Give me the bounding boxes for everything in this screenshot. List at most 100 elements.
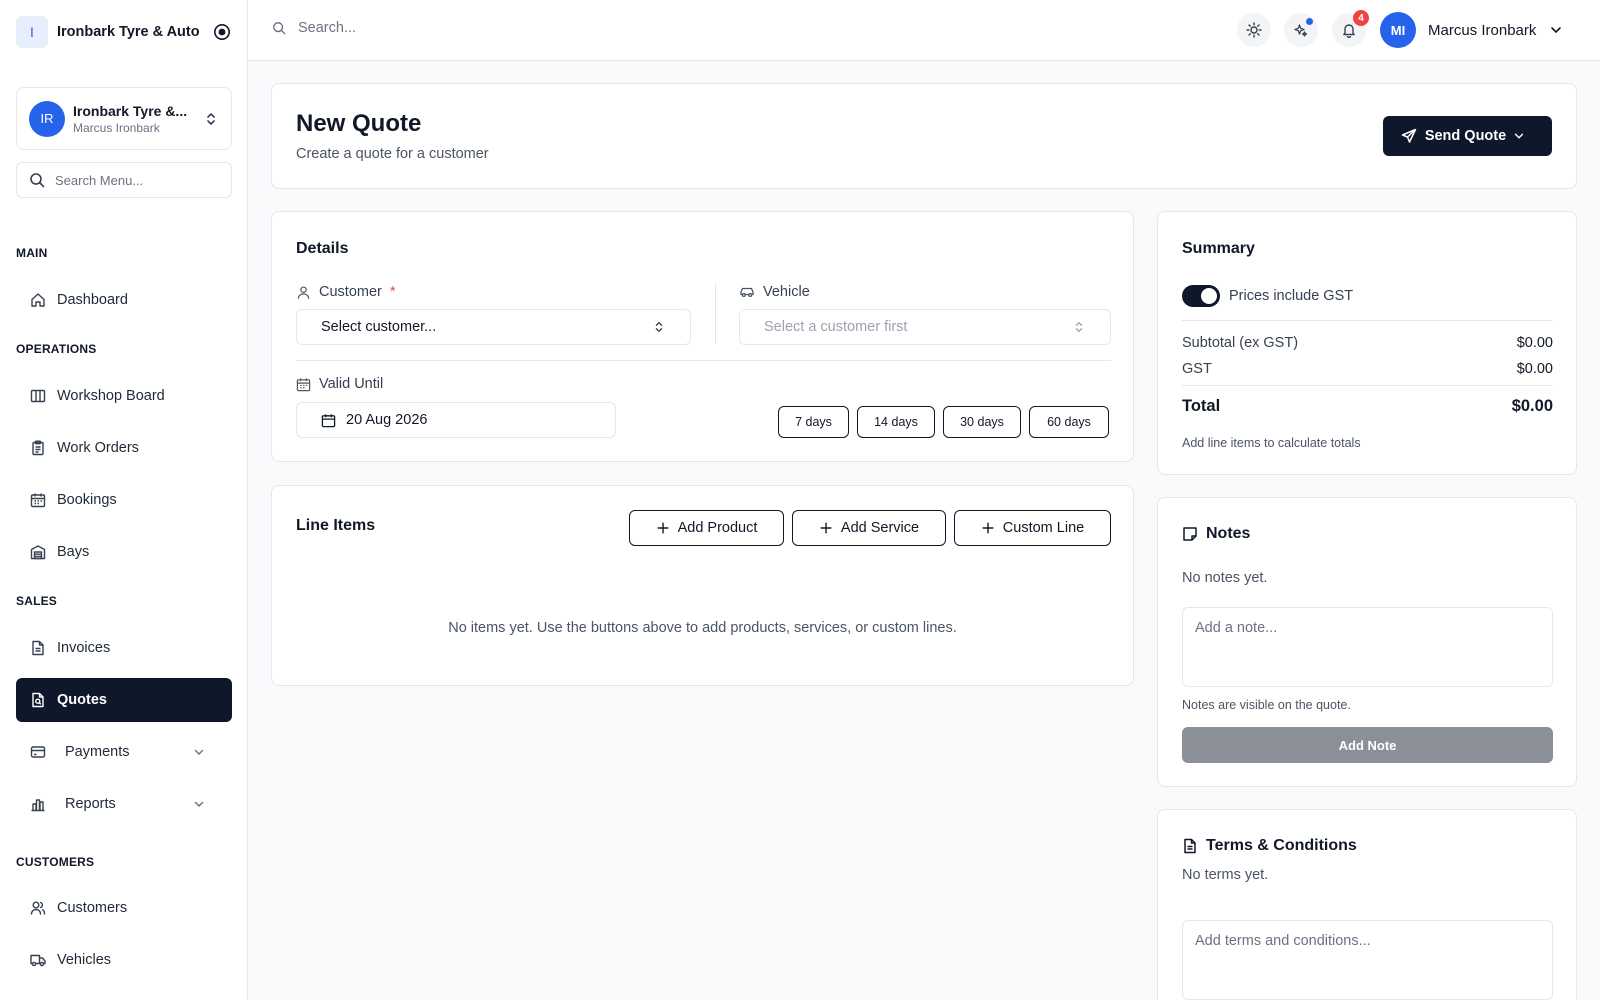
bell-icon (1341, 22, 1357, 38)
total-row: Total $0.00 (1182, 397, 1553, 416)
send-icon (1401, 128, 1417, 144)
brand-name: Ironbark Tyre & Auto (57, 24, 200, 40)
page-header: New Quote Create a quote for a customer … (271, 83, 1577, 189)
send-quote-button[interactable]: Send Quote (1383, 116, 1552, 156)
calendar-icon (30, 492, 46, 508)
line-items-card: Line Items Add Product Add Service Custo… (271, 485, 1134, 686)
warehouse-icon (30, 544, 46, 560)
add-product-button[interactable]: Add Product (629, 510, 784, 546)
nav-item-label: Work Orders (57, 440, 139, 456)
add-service-label: Add Service (840, 520, 920, 536)
line-items-title: Line Items (296, 517, 376, 534)
add-service-button[interactable]: Add Service (792, 510, 946, 546)
search-icon (29, 172, 45, 188)
nav-item-reports[interactable]: Reports (16, 782, 232, 826)
summary-note: Add line items to calculate totals (1182, 436, 1361, 450)
credit-card-icon (30, 744, 46, 760)
customer-label: Customer * (296, 284, 396, 300)
user-name: Marcus Ironbark (1428, 21, 1537, 39)
file-text-icon (1182, 838, 1198, 854)
total-label: Total (1182, 397, 1221, 415)
nav-item-label: Reports (65, 796, 116, 812)
preset-60-days-button[interactable]: 60 days (1029, 406, 1109, 438)
vehicle-select[interactable]: Select a customer first (739, 309, 1111, 345)
nav-section-operations: OPERATIONS (16, 342, 97, 356)
status-dot (1306, 18, 1313, 25)
theme-toggle-button[interactable] (1237, 13, 1271, 47)
notification-badge: 4 (1353, 10, 1369, 26)
vehicle-label-text: Vehicle (763, 284, 810, 300)
add-note-button[interactable]: Add Note (1182, 727, 1553, 763)
nav-item-workshop-board[interactable]: Workshop Board (16, 374, 232, 418)
gst-toggle[interactable] (1182, 285, 1220, 307)
nav-item-label: Customers (57, 900, 128, 916)
custom-line-button[interactable]: Custom Line (954, 510, 1111, 546)
customer-select[interactable]: Select customer... (296, 309, 691, 345)
field-divider (715, 284, 716, 344)
note-textarea[interactable] (1182, 607, 1553, 687)
nav-item-bookings[interactable]: Bookings (16, 478, 232, 522)
notes-card: Notes No notes yet. Notes are visible on… (1157, 497, 1577, 787)
car-icon (739, 284, 755, 300)
details-card: Details Customer * Select customer... Ve… (271, 211, 1134, 462)
valid-until-label: Valid Until (296, 376, 383, 392)
file-search-icon (30, 692, 46, 708)
vehicle-select-value: Select a customer first (764, 319, 908, 335)
ai-assistant-button[interactable] (1284, 13, 1318, 47)
home-icon (30, 292, 46, 308)
sidebar: I Ironbark Tyre & Auto IR Ironbark Tyre … (0, 0, 248, 1000)
menu-search-input[interactable] (55, 172, 205, 188)
nav-item-label: Vehicles (57, 952, 112, 968)
gst-toggle-label: Prices include GST (1229, 288, 1354, 304)
details-title: Details (296, 240, 349, 257)
terms-textarea[interactable] (1182, 920, 1553, 1000)
subtotal-row: Subtotal (ex GST) $0.00 (1182, 335, 1553, 351)
org-switcher[interactable]: IR Ironbark Tyre &... Marcus Ironbark (16, 87, 232, 150)
nav-section-main: MAIN (16, 246, 48, 260)
notes-header: Notes (1182, 525, 1250, 543)
clipboard-icon (30, 440, 46, 456)
topbar: 4 MI Marcus Ironbark (248, 0, 1600, 61)
page-title: New Quote (296, 110, 422, 137)
notes-empty-state: No notes yet. (1182, 570, 1268, 586)
summary-title: Summary (1182, 240, 1255, 257)
nav-item-label: Quotes (57, 692, 107, 708)
nav-item-work-orders[interactable]: Work Orders (16, 426, 232, 470)
subtotal-label: Subtotal (ex GST) (1182, 335, 1299, 351)
summary-card: Summary Prices include GST Subtotal (ex … (1157, 211, 1577, 475)
page-subtitle: Create a quote for a customer (296, 146, 489, 162)
bar-chart-icon (30, 796, 46, 812)
customer-select-value: Select customer... (321, 319, 437, 335)
nav-item-bays[interactable]: Bays (16, 530, 232, 574)
custom-line-label: Custom Line (1002, 520, 1085, 536)
sidebar-toggle-icon[interactable] (212, 22, 232, 42)
nav-item-label: Payments (65, 744, 130, 760)
section-divider (296, 360, 1111, 361)
global-search-input[interactable] (298, 20, 598, 36)
notifications-button[interactable]: 4 (1332, 10, 1369, 47)
chevrons-up-down-icon (1072, 320, 1086, 334)
columns-icon (30, 388, 46, 404)
nav-item-dashboard[interactable]: Dashboard (16, 278, 232, 322)
preset-30-days-button[interactable]: 30 days (943, 406, 1021, 438)
nav-item-vehicles[interactable]: Vehicles (16, 938, 232, 982)
line-items-empty-state: No items yet. Use the buttons above to a… (448, 620, 957, 636)
brand-logo: I (16, 16, 48, 48)
chevron-down-icon (191, 744, 207, 760)
summary-divider (1182, 385, 1553, 386)
nav-item-invoices[interactable]: Invoices (16, 626, 232, 670)
valid-until-date-picker[interactable]: 20 Aug 2026 (296, 402, 616, 438)
user-menu[interactable]: MI Marcus Ironbark (1380, 12, 1564, 48)
preset-7-days-button[interactable]: 7 days (778, 406, 849, 438)
nav-item-customers[interactable]: Customers (16, 886, 232, 930)
org-avatar: IR (29, 100, 65, 137)
required-marker: * (389, 284, 396, 300)
sun-icon (1246, 22, 1262, 38)
chevron-down-icon (191, 796, 207, 812)
terms-title: Terms & Conditions (1206, 837, 1357, 854)
nav-item-payments[interactable]: Payments (16, 730, 232, 774)
preset-14-days-button[interactable]: 14 days (857, 406, 935, 438)
nav-item-quotes[interactable]: Quotes (16, 678, 232, 722)
sticky-note-icon (1182, 526, 1198, 542)
user-icon (296, 285, 311, 300)
